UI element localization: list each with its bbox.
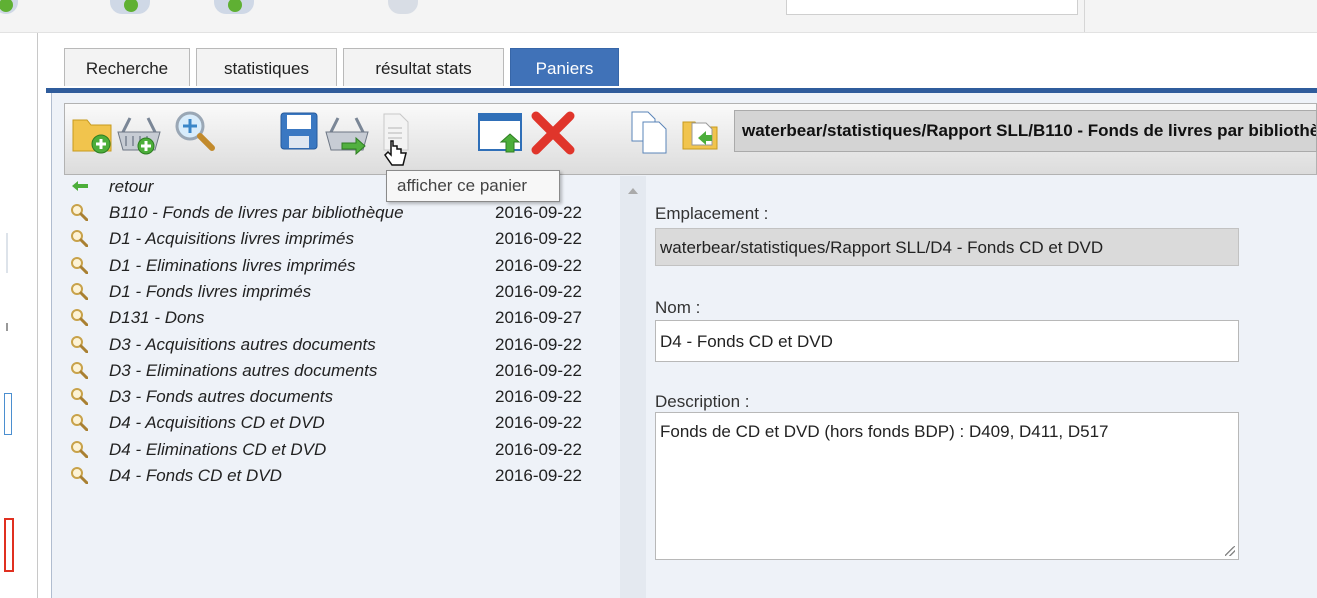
list-item-name: D3 - Acquisitions autres documents xyxy=(109,334,376,354)
magnifier-icon xyxy=(71,335,88,353)
tab-resultat-stats[interactable]: résultat stats xyxy=(343,48,504,86)
tab-statistiques[interactable]: statistiques xyxy=(196,48,337,86)
tooltip: afficher ce panier xyxy=(386,170,560,202)
sidebar-mark xyxy=(6,233,8,273)
description-field[interactable]: Fonds de CD et DVD (hors fonds BDP) : D4… xyxy=(655,412,1239,560)
list-item-date: 2016-09-22 xyxy=(495,334,582,354)
save-icon[interactable] xyxy=(278,110,322,154)
new-basket-icon[interactable] xyxy=(116,110,162,156)
hand-cursor-icon xyxy=(384,140,407,166)
export-basket-icon[interactable] xyxy=(324,110,370,156)
magnifier-icon xyxy=(71,361,88,379)
description-text: Fonds de CD et DVD (hors fonds BDP) : D4… xyxy=(660,422,1109,441)
description-label: Description : xyxy=(655,392,750,411)
back-arrow-icon xyxy=(72,181,88,191)
nom-label: Nom : xyxy=(655,298,701,317)
list-item-name: D3 - Eliminations autres documents xyxy=(109,360,378,380)
magnifier-icon xyxy=(71,467,88,484)
tab-recherche[interactable]: Recherche xyxy=(64,48,190,86)
magnifier-icon xyxy=(71,388,88,406)
list-item-date: 2016-09-22 xyxy=(495,229,582,249)
list-item-name: D1 - Acquisitions livres imprimés xyxy=(109,229,354,249)
magnifier-icon xyxy=(71,230,88,248)
list-item-name: D4 - Eliminations CD et DVD xyxy=(109,439,327,459)
sidebar-mark xyxy=(6,323,8,331)
list-item-name: B110 - Fonds de livres par bibliothèque xyxy=(109,203,404,222)
left-sidebar xyxy=(0,33,38,598)
list-item-name: D131 - Dons xyxy=(109,308,205,328)
nom-field[interactable]: D4 - Fonds CD et DVD xyxy=(655,320,1239,362)
tab-paniers[interactable]: Paniers xyxy=(510,48,619,86)
magnifier-icon xyxy=(71,256,88,274)
emplacement-label: Emplacement : xyxy=(655,204,769,223)
back-label: retour xyxy=(109,177,154,196)
list-item-date: 2016-09-22 xyxy=(495,439,582,459)
magnifier-icon xyxy=(71,440,88,458)
list-item-date: 2016-09-22 xyxy=(495,255,582,275)
copy-icon[interactable] xyxy=(628,110,672,156)
list-item-date: 2016-09-27 xyxy=(495,308,582,328)
top-toolbar-strip xyxy=(0,0,1317,33)
list-item-name: D1 - Fonds livres imprimés xyxy=(109,281,312,301)
list-item-name: D3 - Fonds autres documents xyxy=(109,387,333,407)
list-item-date: 2016-09-22 xyxy=(495,387,582,407)
sidebar-frame-red xyxy=(4,518,14,572)
list-item-date: 2016-09-22 xyxy=(495,281,582,301)
basket-path-field[interactable]: waterbear/statistiques/Rapport SLL/B110 … xyxy=(734,110,1317,152)
top-search-input[interactable] xyxy=(786,0,1078,15)
add-group-icon[interactable] xyxy=(214,0,254,14)
magnifier-icon xyxy=(71,309,88,327)
zoom-icon[interactable] xyxy=(172,108,218,154)
list-item-date: 2016-09-22 xyxy=(495,203,582,222)
list-item-name: D4 - Acquisitions CD et DVD xyxy=(109,413,325,433)
list-item-name: D1 - Eliminations livres imprimés xyxy=(109,255,356,275)
top-separator xyxy=(1084,0,1085,32)
new-folder-icon[interactable] xyxy=(70,110,116,156)
magnifier-icon xyxy=(71,414,88,432)
list-item-name: D4 - Fonds CD et DVD xyxy=(109,466,282,485)
add-user-icon[interactable] xyxy=(110,0,150,14)
delete-icon[interactable] xyxy=(528,110,576,156)
sidebar-frame xyxy=(4,393,12,435)
resize-grip-icon[interactable] xyxy=(1225,546,1235,556)
magnifier-icon xyxy=(71,282,88,300)
magnifier-icon xyxy=(71,204,88,221)
list-item-date: 2016-09-22 xyxy=(495,413,582,433)
scroll-up-arrow[interactable] xyxy=(628,188,638,194)
list-item-date: 2016-09-22 xyxy=(495,466,582,485)
emplacement-field[interactable]: waterbear/statistiques/Rapport SLL/D4 - … xyxy=(655,228,1239,266)
move-folder-icon[interactable] xyxy=(680,114,722,154)
upload-window-icon[interactable] xyxy=(476,110,526,156)
list-item-date: 2016-09-22 xyxy=(495,360,582,380)
list-scrollbar[interactable] xyxy=(620,176,646,598)
